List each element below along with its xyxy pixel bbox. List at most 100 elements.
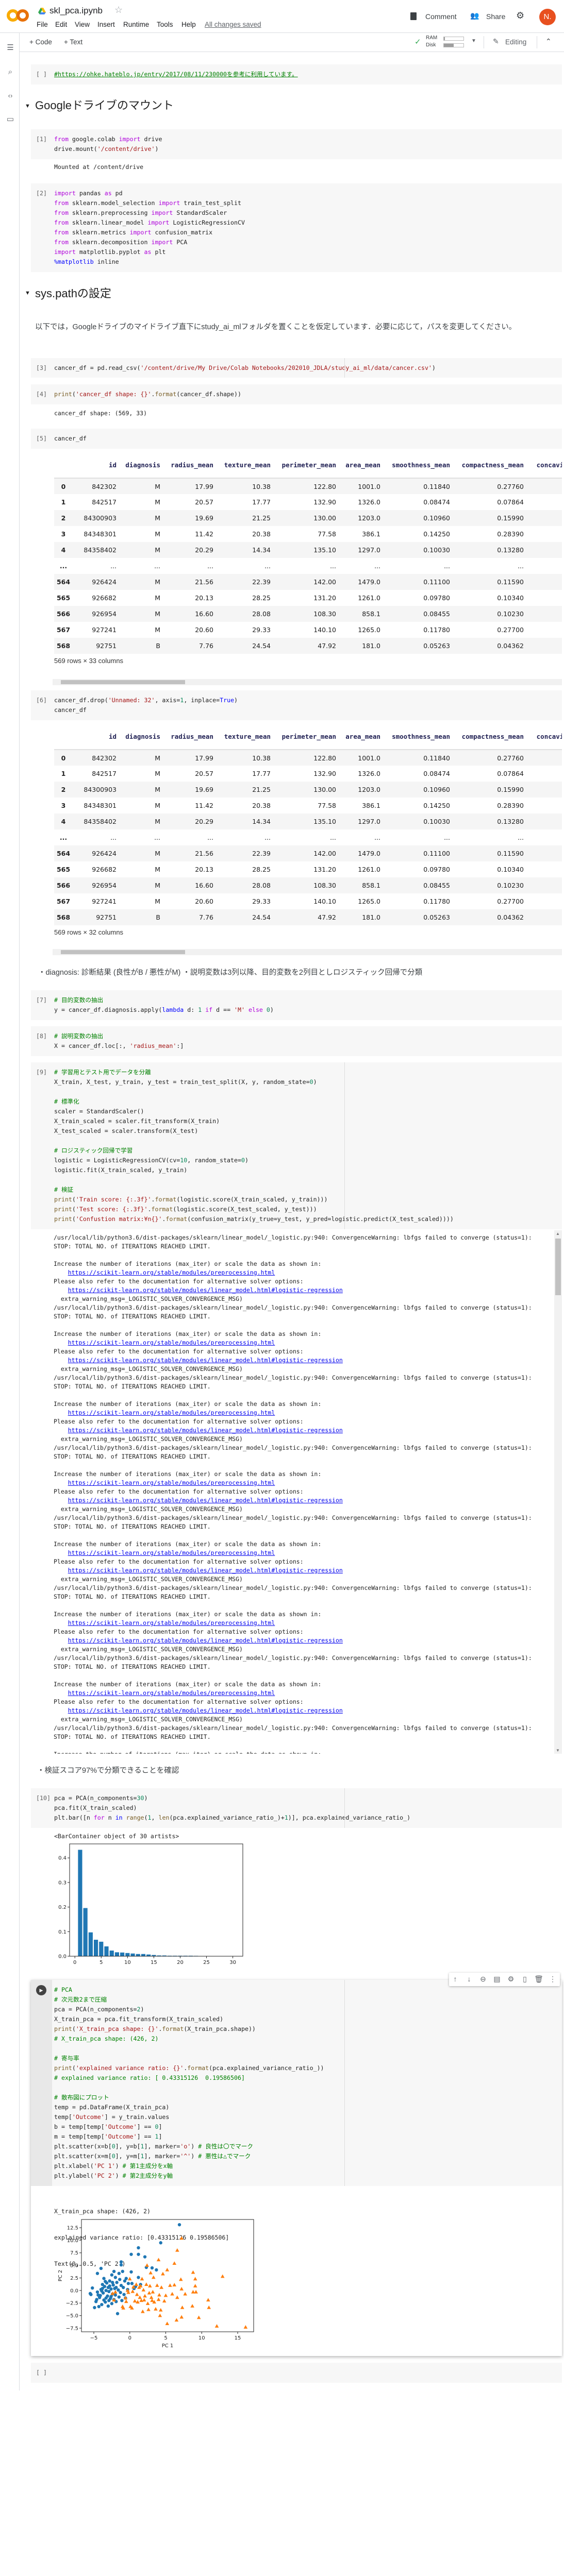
benign-point bbox=[122, 2293, 126, 2296]
move-cell-up-icon[interactable]: ↑ bbox=[451, 1975, 460, 1983]
code-editor[interactable]: print('cancer_df shape: {}'.format(cance… bbox=[54, 389, 241, 399]
menu-tools[interactable]: Tools bbox=[157, 21, 173, 28]
malignant-point bbox=[196, 2315, 201, 2319]
table-cell: 0.09780 bbox=[423, 866, 450, 873]
delete-cell-icon[interactable]: 🗑 bbox=[534, 1975, 543, 1984]
doc-link[interactable]: https://scikit-learn.org/stable/modules/… bbox=[54, 1268, 532, 1277]
code-cell[interactable]: [ ] #https://ohke.hateblo.jp/entry/2017/… bbox=[31, 64, 562, 84]
code-cell[interactable]: [8] # 説明変数の抽出 X = cancer_df.loc[:, 'radiu… bbox=[31, 1026, 562, 1056]
doc-link[interactable]: https://scikit-learn.org/stable/modules/… bbox=[54, 1689, 532, 1698]
code-editor[interactable]: # 目的変数の抽出 y = cancer_df.diagnosis.apply(l… bbox=[54, 995, 274, 1015]
doc-link[interactable]: https://scikit-learn.org/stable/modules/… bbox=[54, 1356, 532, 1365]
doc-link[interactable]: https://scikit-learn.org/stable/modules/… bbox=[54, 1496, 532, 1505]
doc-link[interactable]: https://scikit-learn.org/stable/modules/… bbox=[54, 1549, 532, 1557]
code-cell[interactable]: [4] print('cancer_df shape: {}'.format(c… bbox=[31, 384, 562, 404]
add-code-button[interactable]: + Code bbox=[29, 38, 52, 46]
code-cell-body[interactable]: ▶ # PCA # 次元数2まで圧縮 pca = PCA(n_components=… bbox=[31, 1980, 562, 2186]
benign-point bbox=[100, 2302, 104, 2307]
table-cell: 1326.0 bbox=[358, 770, 380, 777]
menu-file[interactable]: File bbox=[37, 21, 48, 28]
share-button[interactable]: Share bbox=[486, 12, 505, 21]
doc-link[interactable]: https://scikit-learn.org/stable/modules/… bbox=[54, 1619, 532, 1628]
menu-help[interactable]: Help bbox=[181, 21, 196, 28]
table-of-contents-icon[interactable]: ☰ bbox=[6, 43, 15, 53]
dataframe-table: id diagnosis radius_mean texture_mean perime… bbox=[54, 724, 562, 925]
code-editor[interactable]: cancer_df = pd.read_csv('/content/drive/… bbox=[54, 363, 436, 373]
doc-link[interactable]: https://scikit-learn.org/stable/modules/… bbox=[54, 1409, 532, 1417]
code-line: # 寄与率 bbox=[54, 2055, 79, 2062]
vertical-scrollbar[interactable]: ▲ ▼ bbox=[554, 1230, 562, 1754]
scrollbar-thumb[interactable] bbox=[61, 680, 185, 684]
doc-link[interactable]: https://scikit-learn.org/stable/modules/… bbox=[54, 1426, 532, 1435]
scroll-down-arrow-icon[interactable]: ▼ bbox=[556, 1748, 560, 1753]
link-to-cell-icon[interactable]: ⊖ bbox=[478, 1975, 488, 1984]
mirror-cell-icon[interactable]: ▯ bbox=[520, 1975, 529, 1984]
scrollbar-thumb[interactable] bbox=[61, 950, 185, 954]
code-editor[interactable]: #https://ohke.hateblo.jp/entry/2017/08/1… bbox=[54, 70, 298, 79]
code-cell[interactable]: [9] # 学習用とテスト用でデータを分離 X_train, X_test, y_… bbox=[31, 1062, 562, 1229]
run-cell-button[interactable]: ▶ bbox=[36, 1985, 46, 1995]
column-header: diagnosis bbox=[117, 452, 160, 479]
table-cell: 47.92 bbox=[271, 638, 336, 654]
menu-insert[interactable]: Insert bbox=[97, 21, 115, 28]
table-cell: 142.00 bbox=[271, 574, 336, 590]
table-cell: 22.39 bbox=[213, 845, 271, 861]
table-cell: 10.38 bbox=[213, 750, 271, 766]
menu-view[interactable]: View bbox=[75, 21, 90, 28]
horizontal-scrollbar[interactable] bbox=[53, 949, 562, 955]
table-row: 2 84300903 M 19.69 21.25 130.00 1203.0 0.10960 0… bbox=[54, 510, 562, 526]
settings-gear-icon[interactable]: ⚙ bbox=[516, 10, 524, 21]
doc-link[interactable]: https://scikit-learn.org/stable/modules/… bbox=[54, 1566, 532, 1575]
comment-button[interactable]: Comment bbox=[425, 12, 457, 21]
code-editor[interactable]: cancer_df bbox=[54, 434, 87, 444]
save-status[interactable]: All changes saved bbox=[205, 21, 261, 28]
menu-edit[interactable]: Edit bbox=[55, 21, 67, 28]
collapse-section-icon[interactable]: ▼ bbox=[25, 290, 30, 296]
code-editor[interactable]: import pandas as pd from sklearn.model_se… bbox=[54, 189, 245, 267]
code-cell[interactable]: [2] import pandas as pd from sklearn.mode… bbox=[31, 183, 562, 272]
code-cell[interactable]: [10] pca = PCA(n_components=30) pca.fit(X… bbox=[31, 1788, 562, 1828]
code-editor[interactable]: # PCA # 次元数2まで圧縮 pca = PCA(n_components=2)… bbox=[54, 1985, 324, 2181]
editing-mode-button[interactable]: Editing bbox=[505, 38, 526, 46]
empty-code-cell[interactable]: [ ] bbox=[31, 2363, 562, 2383]
benign-point bbox=[102, 2277, 106, 2280]
code-editor[interactable]: pca = PCA(n_components=30) pca.fit(X_trai… bbox=[54, 1793, 410, 1823]
code-editor[interactable]: from google.colab import drive drive.moun… bbox=[54, 134, 162, 154]
resources-dropdown-icon[interactable]: ▼ bbox=[471, 38, 476, 44]
scrollbar-thumb[interactable] bbox=[555, 1239, 561, 1295]
collapse-header-icon[interactable]: ⌃ bbox=[545, 37, 552, 46]
search-icon[interactable]: ⌕ bbox=[6, 67, 15, 77]
code-cell[interactable]: [6] cancer_df.drop('Unnamed: 32', axis=1… bbox=[31, 690, 562, 720]
scroll-up-arrow-icon[interactable]: ▲ bbox=[556, 1231, 560, 1236]
doc-link[interactable]: https://scikit-learn.org/stable/modules/… bbox=[54, 1706, 532, 1715]
files-folder-icon[interactable]: ▭ bbox=[6, 115, 15, 124]
horizontal-scrollbar[interactable] bbox=[53, 679, 562, 685]
doc-link[interactable]: https://scikit-learn.org/stable/modules/… bbox=[54, 1636, 532, 1645]
collapse-section-icon[interactable]: ▼ bbox=[25, 103, 30, 109]
add-comment-icon[interactable]: ▤ bbox=[492, 1975, 502, 1984]
code-cell[interactable]: [1] from google.colab import drive drive.… bbox=[31, 129, 562, 159]
code-cell[interactable]: [3] cancer_df = pd.read_csv('/content/dr… bbox=[31, 358, 562, 378]
add-text-button[interactable]: + Text bbox=[64, 38, 82, 46]
bar bbox=[141, 1954, 146, 1956]
code-editor[interactable]: cancer_df.drop('Unnamed: 32', axis=1, in… bbox=[54, 696, 238, 715]
code-cell[interactable]: [5] cancer_df bbox=[31, 429, 562, 449]
benign-point bbox=[110, 2273, 114, 2277]
avatar[interactable]: N. bbox=[539, 9, 556, 25]
code-cell[interactable]: [7] # 目的変数の抽出 y = cancer_df.diagnosis.app… bbox=[31, 990, 562, 1020]
scrollable-output[interactable]: /usr/local/lib/python3.6/dist-packages/s… bbox=[31, 1230, 562, 1754]
code-editor[interactable]: # 説明変数の抽出 X = cancer_df.loc[:, 'radius_me… bbox=[54, 1031, 184, 1051]
cell-settings-icon[interactable]: ⚙ bbox=[506, 1975, 516, 1984]
menu-runtime[interactable]: Runtime bbox=[123, 21, 149, 28]
notebook-title[interactable]: skl_pca.ipynb bbox=[49, 6, 103, 16]
code-editor[interactable]: # 学習用とテスト用でデータを分離 X_train, X_test, y_trai… bbox=[54, 1067, 454, 1224]
row-index: ... bbox=[59, 834, 68, 841]
star-icon[interactable]: ☆ bbox=[114, 5, 123, 15]
move-cell-down-icon[interactable]: ↓ bbox=[465, 1975, 474, 1983]
table-cell: ... bbox=[264, 834, 271, 841]
more-options-icon[interactable]: ⋮ bbox=[548, 1975, 557, 1984]
doc-link[interactable]: https://scikit-learn.org/stable/modules/… bbox=[54, 1338, 532, 1347]
doc-link[interactable]: https://scikit-learn.org/stable/modules/… bbox=[54, 1479, 532, 1487]
doc-link[interactable]: https://scikit-learn.org/stable/modules/… bbox=[54, 1286, 532, 1295]
code-snippets-icon[interactable]: ‹› bbox=[6, 91, 15, 100]
